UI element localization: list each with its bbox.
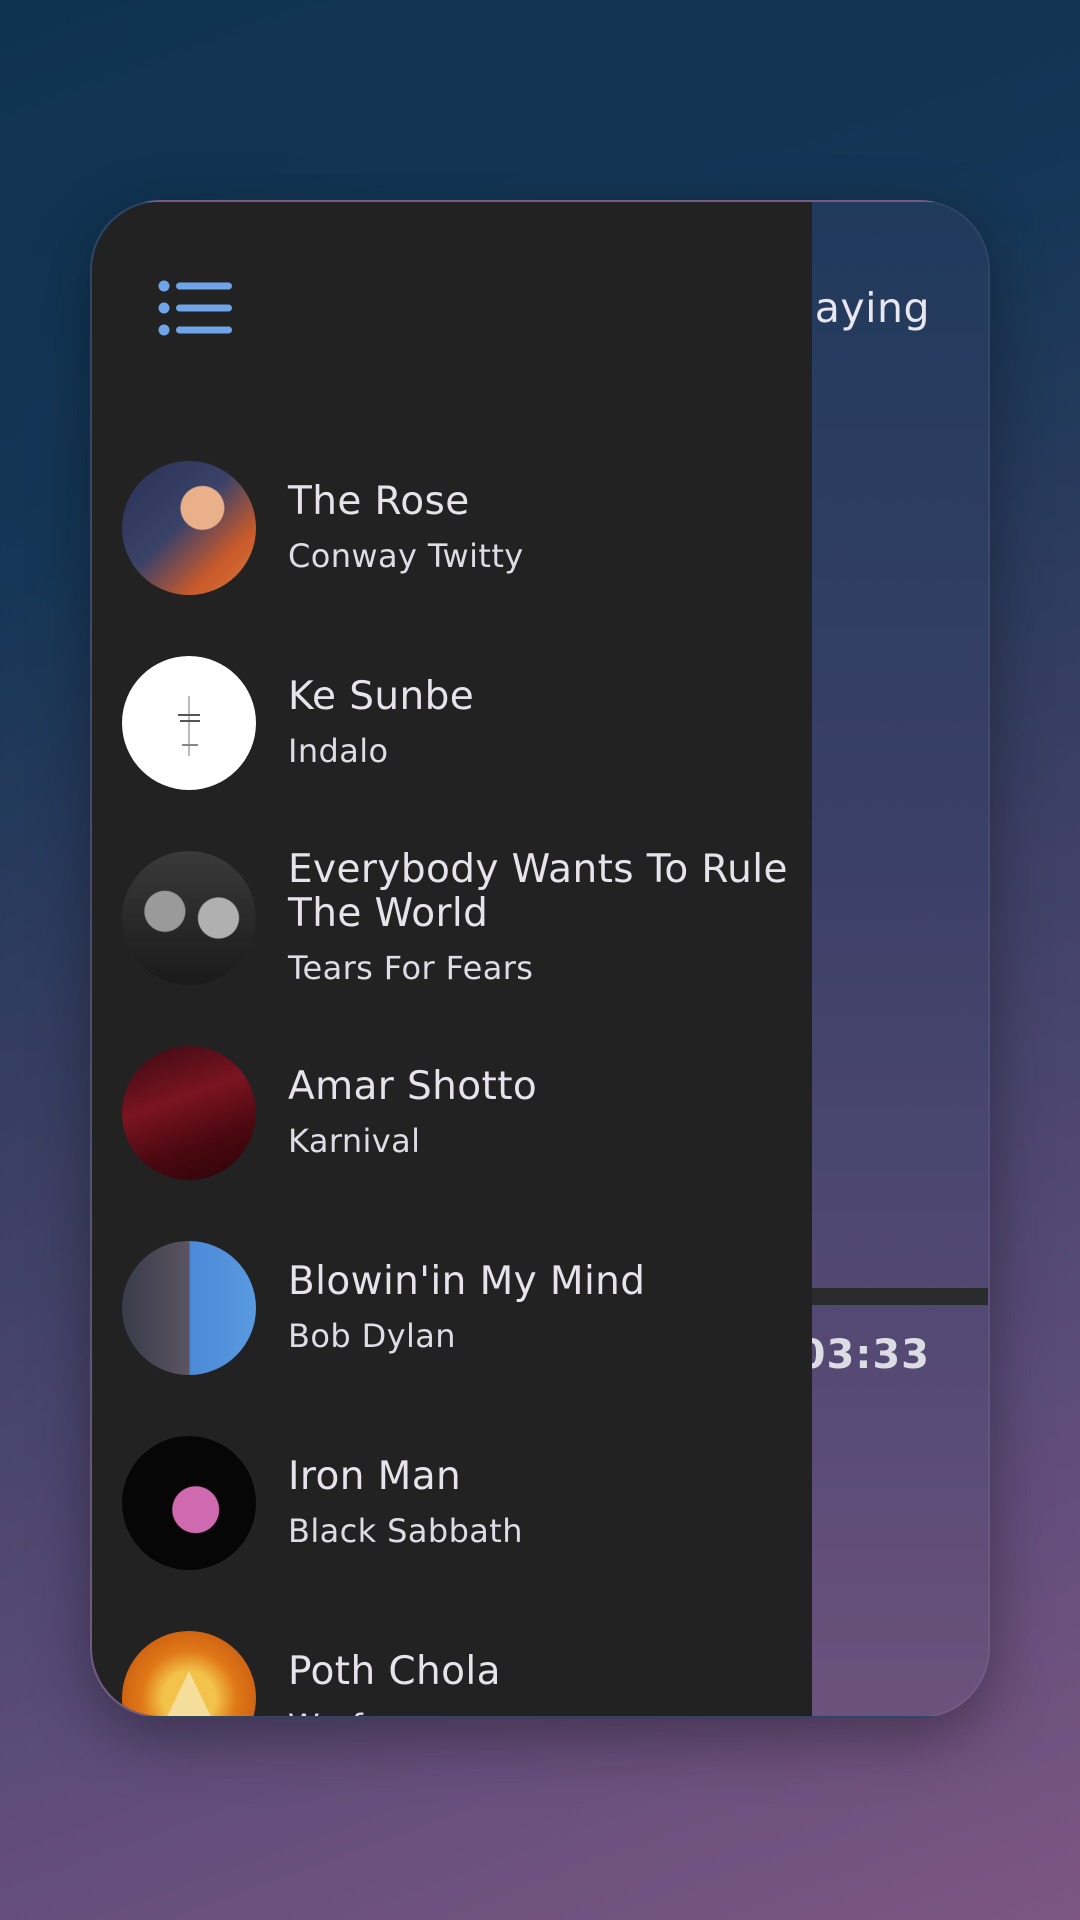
song-item[interactable]: Iron Man Black Sabbath — [92, 1405, 812, 1600]
song-item[interactable]: Blowin'in My Mind Bob Dylan — [92, 1210, 812, 1405]
cover-art — [167, 1670, 211, 1716]
album-cover — [122, 1045, 256, 1180]
song-text: Iron Man Black Sabbath — [288, 1453, 788, 1551]
album-cover — [122, 655, 256, 790]
cover-art — [178, 695, 200, 756]
song-title: Everybody Wants To Rule The World — [288, 846, 788, 936]
song-text: The Rose Conway Twitty — [288, 478, 788, 576]
song-artist: Warfaze — [288, 1707, 788, 1716]
song-text: Blowin'in My Mind Bob Dylan — [288, 1258, 788, 1356]
song-artist: Karnival — [288, 1122, 421, 1161]
album-cover — [122, 1630, 256, 1716]
menu-button[interactable] — [158, 280, 234, 336]
song-artist: Indalo — [288, 732, 389, 771]
track-duration: 03:33 — [797, 1332, 930, 1378]
song-text: Amar Shotto Karnival — [288, 1063, 788, 1161]
song-title: Amar Shotto — [288, 1063, 538, 1109]
album-cover — [122, 460, 256, 595]
album-cover — [122, 1240, 256, 1375]
now-playing-title: laying — [802, 284, 930, 332]
song-item[interactable]: The Rose Conway Twitty — [92, 430, 812, 625]
list-icon — [158, 280, 232, 336]
song-artist: Tears For Fears — [288, 949, 534, 988]
song-item[interactable]: Ke Sunbe Indalo — [92, 625, 812, 820]
song-title: The Rose — [288, 478, 470, 524]
song-item[interactable]: Everybody Wants To Rule The World Tears … — [92, 820, 812, 1015]
song-title: Iron Man — [288, 1453, 462, 1499]
player-card: laying 03:33 The Rose Conway Twitty Ke S… — [90, 200, 990, 1718]
song-text: Poth Chola Warfaze — [288, 1648, 788, 1716]
song-text: Ke Sunbe Indalo — [288, 673, 788, 771]
playlist-drawer: The Rose Conway Twitty Ke Sunbe Indalo E… — [92, 202, 812, 1716]
song-item[interactable]: Poth Chola Warfaze — [92, 1600, 812, 1716]
song-title: Ke Sunbe — [288, 673, 475, 719]
album-cover — [122, 850, 256, 985]
song-list: The Rose Conway Twitty Ke Sunbe Indalo E… — [92, 430, 812, 1716]
album-cover — [122, 1435, 256, 1570]
song-artist: Conway Twitty — [288, 537, 524, 576]
song-title: Poth Chola — [288, 1648, 501, 1694]
song-text: Everybody Wants To Rule The World Tears … — [288, 846, 788, 988]
song-artist: Black Sabbath — [288, 1512, 523, 1551]
song-artist: Bob Dylan — [288, 1317, 456, 1356]
song-title: Blowin'in My Mind — [288, 1258, 646, 1304]
song-item[interactable]: Amar Shotto Karnival — [92, 1015, 812, 1210]
